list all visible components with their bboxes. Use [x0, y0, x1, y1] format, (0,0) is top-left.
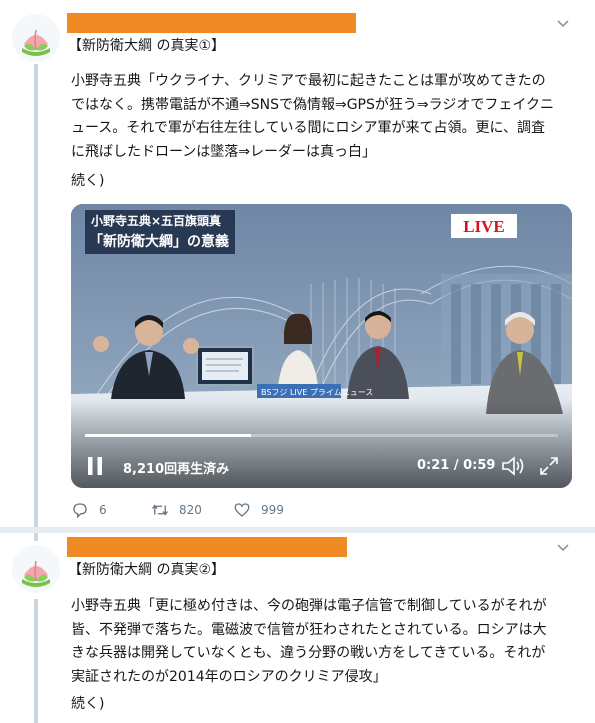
tweet-more: 続く) — [71, 696, 105, 712]
thread-line — [34, 64, 38, 534]
tweet-text: 小野寺五典「ウクライナ、クリミアで最初に起きたことは軍が攻めてきたのではなく。携… — [71, 73, 555, 160]
view-count: 8,210回再生済み — [123, 462, 230, 477]
tweet-text: 小野寺五典「更に極め付きは、今の砲弾は電子信管で制御しているがそれが皆、不発弾で… — [71, 598, 547, 685]
thread-line — [34, 599, 38, 723]
live-badge: LIVE — [463, 217, 505, 236]
volume-icon[interactable] — [501, 455, 525, 477]
pause-icon[interactable] — [87, 456, 103, 476]
avatar[interactable] — [12, 545, 60, 593]
retweet-icon — [151, 504, 169, 516]
tweet[interactable]: 【新防衛大綱 の真実②】 小野寺五典「更に極め付きは、今の砲弾は電子信管で制御し… — [0, 533, 595, 723]
tweet-title: 【新防衛大綱 の真実①】 — [68, 38, 226, 54]
video-time: 0:21 / 0:59 — [417, 458, 496, 473]
peach-avatar-icon — [12, 14, 60, 62]
like-icon — [234, 503, 250, 517]
tweet[interactable]: 【新防衛大綱 の真実①】 小野寺五典「ウクライナ、クリミアで最初に起きたことは軍… — [0, 0, 595, 534]
avatar[interactable] — [12, 14, 60, 62]
retweet-count: 820 — [179, 503, 202, 517]
tweet-title: 【新防衛大綱 の真実②】 — [68, 562, 226, 578]
like-button[interactable]: 999 — [233, 498, 284, 522]
redacted-username — [67, 537, 347, 557]
video-progress-fill — [85, 434, 251, 437]
reply-button[interactable]: 6 — [71, 498, 107, 522]
desk-caption: BSフジ LIVE プライムニュース — [261, 388, 373, 397]
video-frame: BSフジ LIVE プライムニュース 小野寺五典×五百旗頭真 「新防衛大綱」の意… — [71, 204, 572, 488]
retweet-button[interactable]: 820 — [151, 498, 202, 522]
tweet-more: 続く) — [71, 173, 105, 189]
thread-line — [34, 533, 38, 541]
reply-count: 6 — [99, 503, 107, 517]
video-progress-bar[interactable] — [85, 434, 558, 437]
chevron-down-icon[interactable] — [555, 539, 571, 555]
peach-avatar-icon — [12, 545, 60, 593]
video-banner-line1: 小野寺五典×五百旗頭真 — [91, 213, 221, 228]
reply-icon — [73, 503, 87, 519]
video-player[interactable]: BSフジ LIVE プライムニュース 小野寺五典×五百旗頭真 「新防衛大綱」の意… — [71, 204, 572, 488]
video-banner-line2: 「新防衛大綱」の意義 — [89, 233, 229, 250]
like-count: 999 — [261, 503, 284, 517]
redacted-username — [67, 13, 356, 33]
fullscreen-icon[interactable] — [539, 456, 559, 476]
chevron-down-icon[interactable] — [555, 15, 571, 31]
